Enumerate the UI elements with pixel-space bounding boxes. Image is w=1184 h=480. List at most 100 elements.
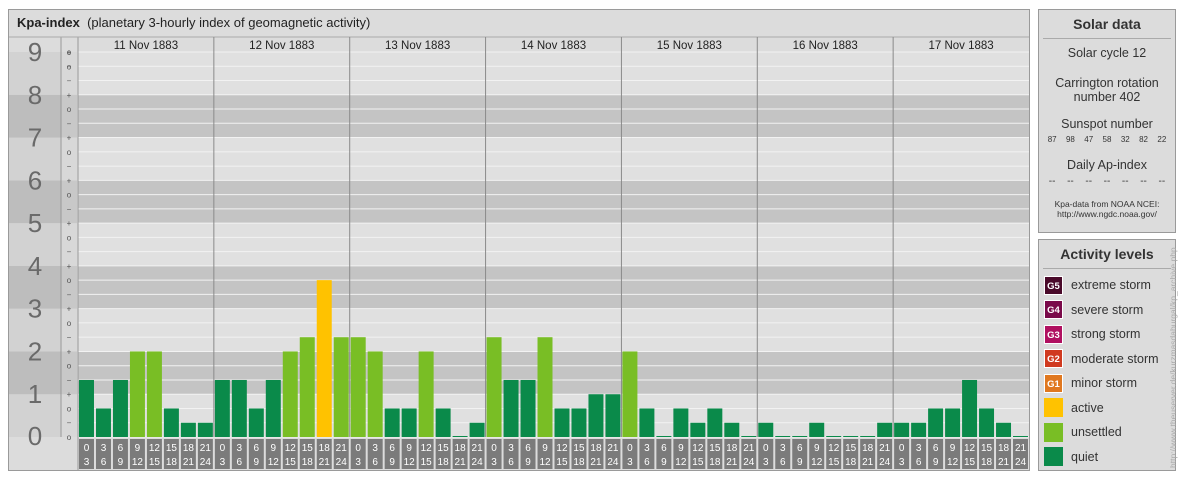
y-sublevel-mark: o [67,319,72,328]
y-level-label: 5 [28,208,42,238]
level-band [78,223,1029,266]
y-sublevel-mark: o [67,404,72,413]
kp-bar [79,379,94,437]
sunspot-value: 32 [1120,135,1130,144]
activity-level-label: severe storm [1071,302,1144,317]
y-sublevel-mark: o [67,433,72,442]
kp-bar [809,422,825,437]
kp-bar [792,436,808,437]
interval-start-label: 3 [780,443,786,454]
interval-end-label: 21 [726,457,738,468]
sunspot-value: 47 [1084,135,1094,144]
y-sublevel-mark: + [67,347,72,356]
day-label: 13 Nov 1883 [385,40,450,52]
interval-end-label: 3 [355,457,361,468]
kp-bar [231,379,247,437]
activity-level-swatch: G3 [1044,324,1063,344]
interval-end-label: 18 [573,457,585,468]
kpa-chart-panel: Kpa-index (planetary 3-hourly index of g… [8,9,1030,471]
kp-bar [503,379,519,437]
y-level-label: 4 [28,251,42,281]
interval-end-label: 15 [421,457,433,468]
interval-start-label: 9 [135,443,141,454]
kp-bar [911,422,927,437]
kp-bar [588,394,604,437]
kp-bar [112,379,128,437]
y-sublevel-mark: o [67,276,72,285]
interval-start-label: 21 [472,443,484,454]
interval-start-label: 21 [336,443,348,454]
interval-end-label: 18 [438,457,450,468]
interval-start-label: 18 [862,443,874,454]
interval-start-label: 3 [644,443,650,454]
ap-value: -- [1121,176,1129,187]
y-sublevel-mark: o [67,148,72,157]
kpa-bar-chart: 0123456789+o−+o−+o−+o−+o−+o−+o−+o−+o−o−o… [9,36,1029,470]
interval-start-label: 6 [389,443,395,454]
interval-start-label: 3 [508,443,514,454]
interval-end-label: 3 [627,457,633,468]
interval-end-label: 6 [780,457,786,468]
activity-level-swatch [1044,447,1063,467]
kp-bar [146,351,162,437]
interval-start-label: 3 [372,443,378,454]
interval-end-label: 24 [200,457,212,468]
level-band [78,180,1029,224]
activity-levels-panel: Activity levels G5 extreme storm G4 severe … [1038,239,1176,471]
sunspot-value: 22 [1157,135,1167,144]
y-sublevel-mark: − [67,333,72,342]
interval-end-label: 6 [508,457,514,468]
interval-end-label: 9 [525,457,531,468]
source-line-2: http://www.ngdc.noaa.gov/ [1057,209,1157,219]
day-label: 14 Nov 1883 [521,40,586,52]
interval-end-label: 18 [302,457,314,468]
y-level-label: 6 [28,165,42,195]
interval-start-label: 12 [556,443,568,454]
interval-start-label: 18 [590,443,602,454]
kp-bar [163,408,179,437]
interval-end-label: 21 [319,457,331,468]
day-label: 16 Nov 1883 [793,40,858,52]
kp-bar [673,408,689,437]
interval-end-label: 15 [285,457,297,468]
interval-start-label: 9 [814,443,820,454]
interval-start-label: 18 [726,443,738,454]
interval-start-label: 9 [406,443,412,454]
kp-bar [571,408,587,437]
activity-level-swatch: G5 [1044,275,1063,295]
kp-bar [520,379,536,437]
activity-level-label: strong storm [1071,327,1141,342]
y-level-label: 3 [28,294,42,324]
interval-start-label: 0 [220,443,226,454]
kp-bar [1013,436,1028,437]
interval-end-label: 15 [556,457,568,468]
kp-bar [758,422,774,437]
kp-bar [656,436,672,437]
interval-end-label: 15 [149,457,161,468]
sublevel-band [61,223,77,266]
kp-bar [724,422,740,437]
interval-end-label: 12 [539,457,551,468]
day-label: 17 Nov 1883 [928,40,993,52]
solar-data-panel: Solar data Solar cycle 12 Carrington rot… [1038,9,1176,233]
interval-start-label: 15 [981,443,993,454]
carrington-line-1: Carrington rotation [1055,76,1159,90]
interval-end-label: 24 [879,457,891,468]
kp-bar [350,337,366,437]
kp-bar [316,280,332,437]
kp-bar [197,422,213,437]
y-sublevel-mark: + [67,91,72,100]
kp-bar [452,436,468,437]
kp-bar [639,408,655,437]
activity-level-row: active [1039,396,1175,421]
interval-end-label: 3 [899,457,905,468]
kp-bar [129,351,145,437]
kp-bar [928,408,944,437]
activity-level-label: unsettled [1071,425,1122,440]
interval-start-label: 21 [743,443,755,454]
interval-start-label: 6 [118,443,124,454]
kp-bar [486,337,502,437]
kp-bar [333,337,349,437]
y-level-label: 7 [28,123,42,153]
interval-end-label: 9 [389,457,395,468]
